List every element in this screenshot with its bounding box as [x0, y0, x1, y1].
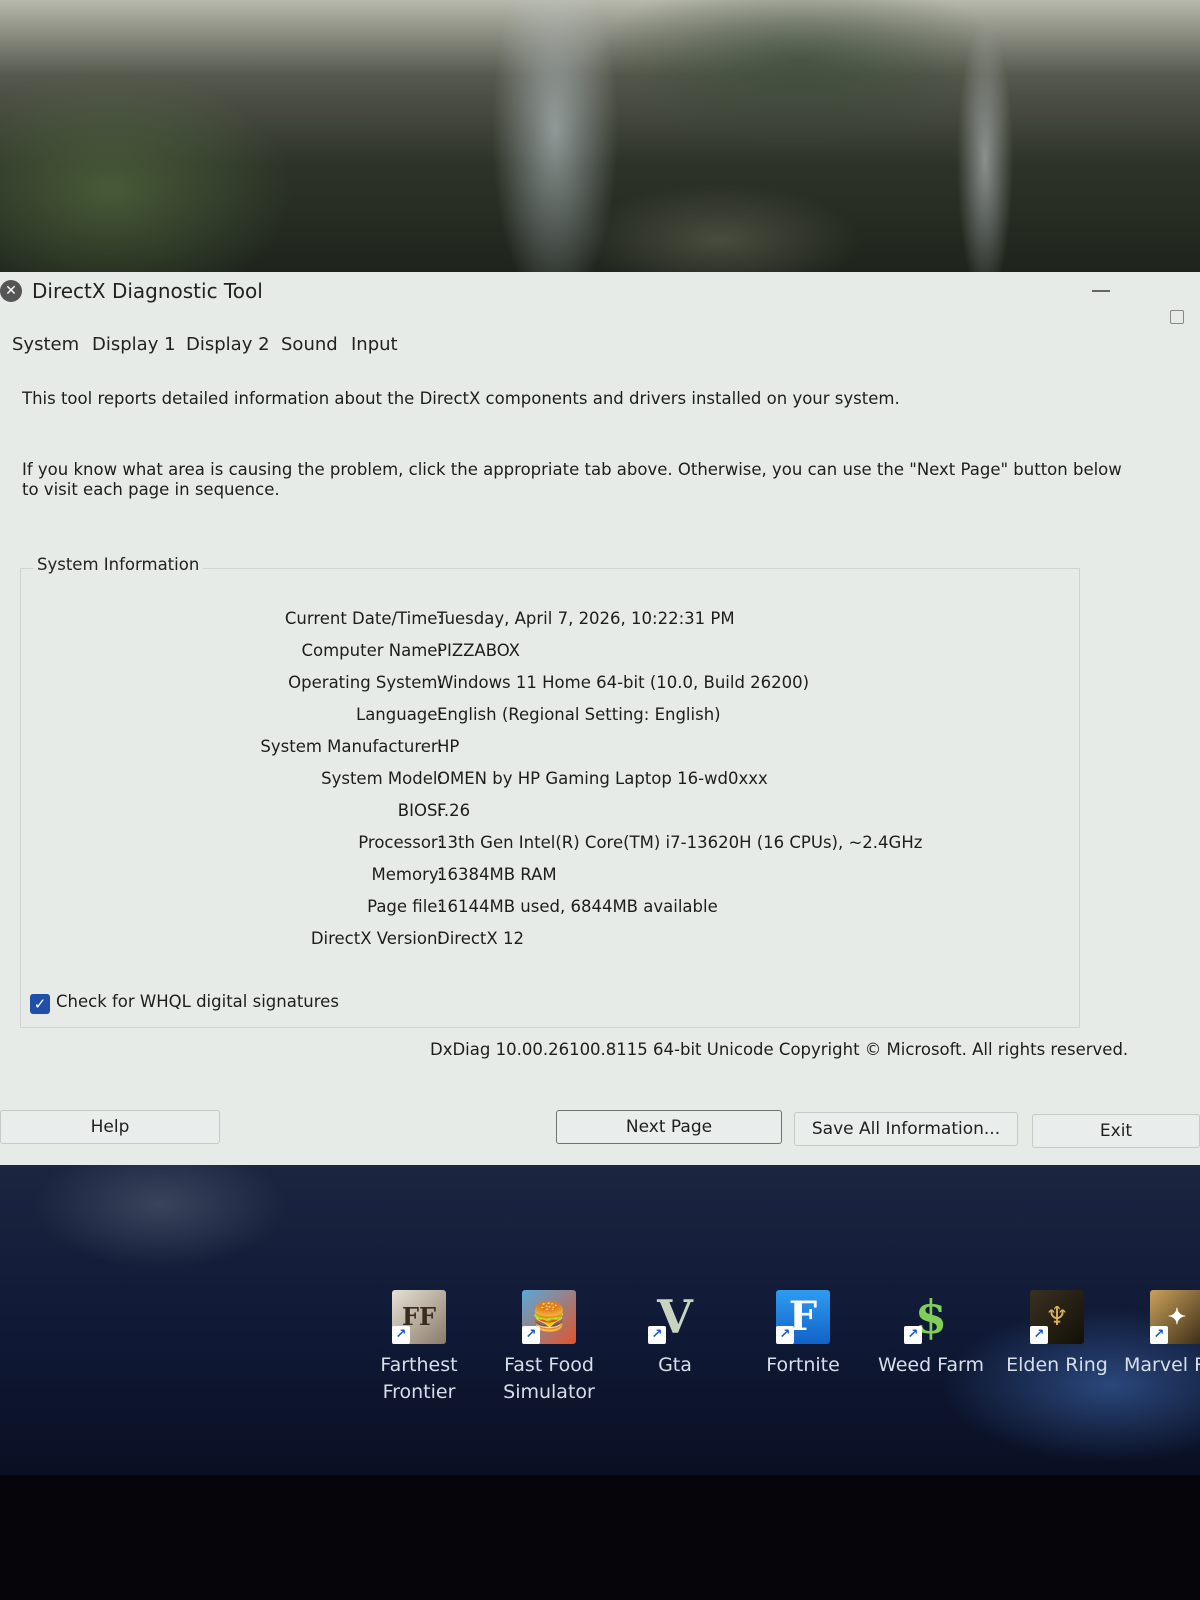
tab-input[interactable]: Input	[351, 334, 398, 355]
tab-bar: System Display 1 Display 2 Sound Input	[0, 334, 500, 364]
desktop-icon-weed-farm[interactable]: $ ↗ Weed Farm	[866, 1290, 996, 1420]
info-label: DirectX Version:	[310, 929, 443, 948]
desktop-icon-label: Weed Farm	[878, 1354, 984, 1376]
info-label: Operating System:	[288, 673, 443, 692]
shortcut-arrow-icon: ↗	[776, 1326, 794, 1344]
desktop-icon-farthest-frontier[interactable]: FF ↗ Farthest Frontier	[354, 1290, 484, 1420]
info-value: Tuesday, April 7, 2026, 10:22:31 PM	[437, 609, 735, 628]
desktop-icon-label: Fast Food Simulator	[503, 1354, 595, 1403]
info-row-bios: BIOS: F.26	[21, 801, 1021, 825]
shortcut-arrow-icon: ↗	[392, 1326, 410, 1344]
info-label: System Manufacturer:	[260, 737, 443, 756]
tab-display-1[interactable]: Display 1	[92, 334, 176, 355]
tab-display-2[interactable]: Display 2	[186, 334, 270, 355]
info-label: Computer Name:	[301, 641, 443, 660]
info-row-page-file: Page file: 16144MB used, 6844MB availabl…	[21, 897, 1021, 921]
tab-sound[interactable]: Sound	[281, 334, 338, 355]
shortcut-arrow-icon: ↗	[1150, 1326, 1168, 1344]
info-value: F.26	[437, 801, 471, 820]
info-label: Current Date/Time:	[284, 609, 443, 628]
info-row-language: Language: English (Regional Setting: Eng…	[21, 705, 1021, 729]
system-information-group: System Information Current Date/Time: Tu…	[20, 555, 1080, 1028]
info-row-computer-name: Computer Name: PIZZABOX	[21, 641, 1021, 665]
desktop-icon-label: Marvel R	[1124, 1354, 1200, 1376]
next-page-button[interactable]: Next Page	[556, 1110, 782, 1144]
minimize-button[interactable]	[1092, 290, 1110, 292]
title-bar[interactable]: ✕ DirectX Diagnostic Tool	[0, 272, 1200, 324]
info-value: English (Regional Setting: English)	[437, 705, 721, 724]
desktop-icon-fast-food-simulator[interactable]: 🍔 ↗ Fast Food Simulator	[484, 1290, 614, 1420]
save-all-information-button[interactable]: Save All Information...	[794, 1112, 1018, 1146]
info-row-operating-system: Operating System: Windows 11 Home 64-bit…	[21, 673, 1021, 697]
whql-checkbox-label[interactable]: Check for WHQL digital signatures	[56, 992, 339, 1011]
window-title: DirectX Diagnostic Tool	[32, 279, 263, 303]
info-value: DirectX 12	[437, 929, 524, 948]
shortcut-arrow-icon: ↗	[522, 1326, 540, 1344]
desktop-icon-label: Farthest Frontier	[380, 1354, 458, 1403]
shortcut-arrow-icon: ↗	[648, 1326, 666, 1344]
tab-system[interactable]: System	[12, 334, 79, 355]
info-row-processor: Processor: 13th Gen Intel(R) Core(TM) i7…	[21, 833, 1021, 857]
info-label: Page file:	[367, 897, 443, 916]
desktop-icon-label: Fortnite	[766, 1354, 840, 1376]
version-copyright-text: DxDiag 10.00.26100.8115 64-bit Unicode C…	[430, 1040, 1129, 1059]
info-value: 16144MB used, 6844MB available	[437, 897, 718, 916]
desktop-icon-gta[interactable]: V ↗ Gta	[610, 1290, 740, 1420]
maximize-button[interactable]	[1170, 310, 1184, 324]
info-row-directx-version: DirectX Version: DirectX 12	[21, 929, 1021, 953]
directx-icon: ✕	[0, 280, 22, 302]
desktop-icon-fortnite[interactable]: F ↗ Fortnite	[738, 1290, 868, 1420]
info-label: Processor:	[358, 833, 443, 852]
exit-button[interactable]: Exit	[1032, 1114, 1200, 1148]
shortcut-arrow-icon: ↗	[904, 1326, 922, 1344]
desktop-wallpaper-top	[0, 0, 1200, 300]
info-value: PIZZABOX	[437, 641, 520, 660]
info-value: OMEN by HP Gaming Laptop 16-wd0xxx	[437, 769, 768, 788]
whql-checkbox[interactable]: ✓	[30, 994, 50, 1014]
info-label: Language:	[356, 705, 443, 724]
info-value: 13th Gen Intel(R) Core(TM) i7-13620H (16…	[437, 833, 923, 852]
intro-text: This tool reports detailed information a…	[22, 389, 900, 408]
help-button[interactable]: Help	[0, 1110, 220, 1144]
intro-instructions: If you know what area is causing the pro…	[22, 460, 1122, 499]
info-label: System Model:	[321, 769, 443, 788]
info-row-manufacturer: System Manufacturer: HP	[21, 737, 1021, 761]
info-value: Windows 11 Home 64-bit (10.0, Build 2620…	[437, 673, 810, 692]
info-value: HP	[437, 737, 460, 756]
info-label: Memory:	[371, 865, 443, 884]
info-row-system-model: System Model: OMEN by HP Gaming Laptop 1…	[21, 769, 1021, 793]
info-value: 16384MB RAM	[437, 865, 557, 884]
desktop-icon-elden-ring[interactable]: ♆ ↗ Elden Ring	[992, 1290, 1122, 1420]
group-title: System Information	[33, 555, 204, 574]
info-row-memory: Memory: 16384MB RAM	[21, 865, 1021, 889]
info-row-date-time: Current Date/Time: Tuesday, April 7, 202…	[21, 609, 1021, 633]
desktop-icon-marvel-rivals[interactable]: ✦ ↗ Marvel R	[1112, 1290, 1200, 1420]
desktop-icon-label: Gta	[658, 1354, 692, 1376]
screen-bezel	[0, 1475, 1200, 1600]
shortcut-arrow-icon: ↗	[1030, 1326, 1048, 1344]
desktop-icon-label: Elden Ring	[1006, 1354, 1108, 1376]
dxdiag-window: ✕ DirectX Diagnostic Tool System Display…	[0, 272, 1200, 1165]
